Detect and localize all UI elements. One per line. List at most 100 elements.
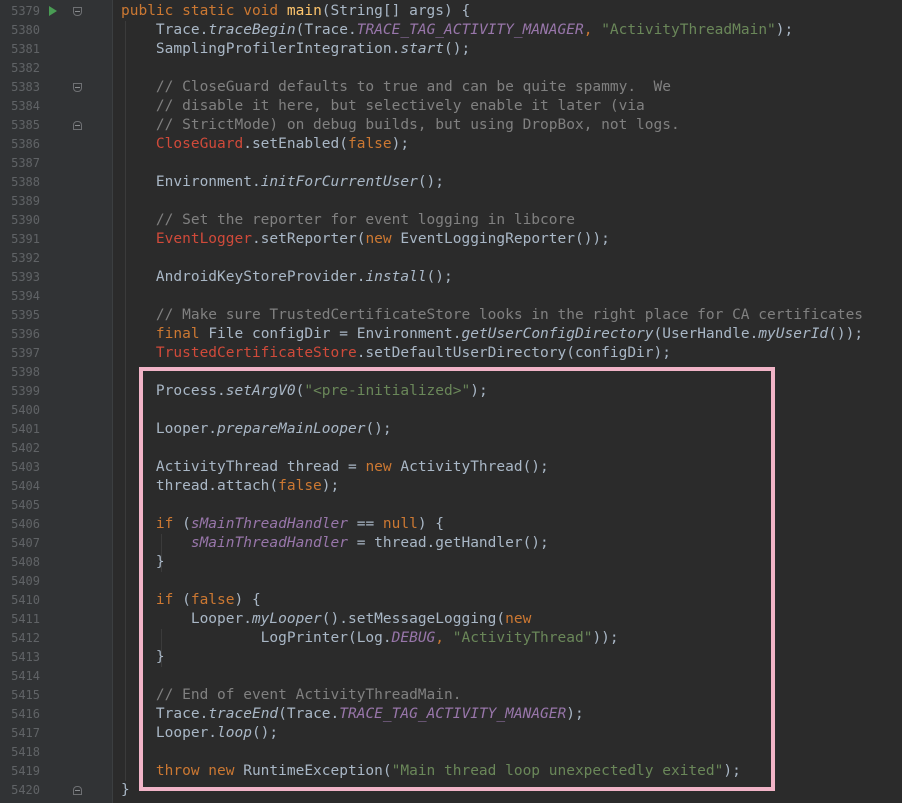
code-line[interactable]: ActivityThread thread = new ActivityThre… bbox=[121, 458, 549, 477]
line-number[interactable]: 5389 bbox=[0, 192, 40, 211]
code-token: "Main thread loop unexpectedly exited" bbox=[391, 763, 724, 779]
line-number[interactable]: 5400 bbox=[0, 401, 40, 420]
code-token: Looper. bbox=[121, 421, 218, 437]
code-line[interactable]: sMainThreadHandler = thread.getHandler()… bbox=[121, 534, 549, 553]
line-number[interactable]: 5388 bbox=[0, 173, 40, 192]
code-line[interactable]: public static void main(String[] args) { bbox=[121, 2, 470, 21]
line-number[interactable]: 5399 bbox=[0, 382, 40, 401]
line-number[interactable]: 5413 bbox=[0, 648, 40, 667]
code-token: . bbox=[243, 136, 252, 152]
line-number[interactable]: 5383 bbox=[0, 78, 40, 97]
line-number[interactable]: 5419 bbox=[0, 762, 40, 781]
code-line[interactable]: // Set the reporter for event logging in… bbox=[121, 211, 575, 230]
line-number[interactable]: 5405 bbox=[0, 496, 40, 515]
code-line[interactable]: TrustedCertificateStore.setDefaultUserDi… bbox=[121, 344, 671, 363]
line-number-gutter[interactable]: 5379 5380 5381 5382 5383 5384 5385 5386 5387 5388… bbox=[0, 0, 112, 803]
line-number[interactable]: 5386 bbox=[0, 135, 40, 154]
code-token: public static void bbox=[121, 3, 287, 19]
run-arrow-icon[interactable] bbox=[49, 6, 57, 16]
code-line[interactable]: final File configDir = Environment.getUs… bbox=[121, 325, 863, 344]
line-number[interactable]: 5407 bbox=[0, 534, 40, 553]
line-number[interactable]: 5387 bbox=[0, 154, 40, 173]
code-line[interactable]: SamplingProfilerIntegration.start(); bbox=[121, 40, 470, 59]
code-token: traceEnd bbox=[208, 706, 279, 722]
code-line[interactable]: if (sMainThreadHandler == null) { bbox=[121, 515, 444, 534]
line-number[interactable]: 5409 bbox=[0, 572, 40, 591]
code-line[interactable]: LogPrinter(Log.DEBUG, "ActivityThread"))… bbox=[121, 629, 619, 648]
line-number[interactable]: 5390 bbox=[0, 211, 40, 230]
code-token: ( bbox=[182, 516, 191, 532]
code-line[interactable]: } bbox=[121, 648, 165, 667]
line-number[interactable]: 5398 bbox=[0, 363, 40, 382]
code-token: (); bbox=[365, 421, 392, 437]
code-token: setEnabled( bbox=[251, 136, 348, 152]
code-editor[interactable]: 5379 5380 5381 5382 5383 5384 5385 5386 5387 5388… bbox=[0, 0, 902, 803]
code-line[interactable]: } bbox=[121, 781, 130, 800]
code-token: ) { bbox=[234, 592, 261, 608]
fold-open-icon[interactable] bbox=[73, 7, 82, 16]
line-number[interactable]: 5418 bbox=[0, 743, 40, 762]
code-line[interactable]: CloseGuard.setEnabled(false); bbox=[121, 135, 409, 154]
line-number[interactable]: 5379 bbox=[0, 2, 40, 21]
code-token: DEBUG bbox=[391, 630, 436, 646]
code-line[interactable]: } bbox=[121, 553, 165, 572]
line-number[interactable]: 5380 bbox=[0, 21, 40, 40]
code-line[interactable]: AndroidKeyStoreProvider.install(); bbox=[121, 268, 453, 287]
line-number[interactable]: 5393 bbox=[0, 268, 40, 287]
code-token: false bbox=[347, 136, 392, 152]
code-line[interactable]: // CloseGuard defaults to true and can b… bbox=[121, 78, 671, 97]
line-number[interactable]: 5416 bbox=[0, 705, 40, 724]
line-number[interactable]: 5417 bbox=[0, 724, 40, 743]
code-line[interactable]: Process.setArgV0("<pre-initialized>"); bbox=[121, 382, 488, 401]
code-line[interactable]: // End of event ActivityThreadMain. bbox=[121, 686, 462, 705]
code-token: Looper. bbox=[121, 611, 252, 627]
fold-open-icon[interactable] bbox=[73, 83, 82, 92]
fold-close-icon[interactable] bbox=[73, 786, 82, 795]
line-number[interactable]: 5415 bbox=[0, 686, 40, 705]
line-number[interactable]: 5392 bbox=[0, 249, 40, 268]
line-number[interactable]: 5410 bbox=[0, 591, 40, 610]
code-line[interactable]: thread.attach(false); bbox=[121, 477, 339, 496]
line-number[interactable]: 5414 bbox=[0, 667, 40, 686]
code-token: ( bbox=[182, 592, 191, 608]
code-line[interactable]: Looper.loop(); bbox=[121, 724, 278, 743]
code-line[interactable]: // Make sure TrustedCertificateStore loo… bbox=[121, 306, 863, 325]
code-token: EventLoggingReporter()); bbox=[400, 231, 610, 247]
fold-close-icon[interactable] bbox=[73, 121, 82, 130]
line-number[interactable]: 5382 bbox=[0, 59, 40, 78]
line-number[interactable]: 5406 bbox=[0, 515, 40, 534]
line-number[interactable]: 5402 bbox=[0, 439, 40, 458]
line-number[interactable]: 5396 bbox=[0, 325, 40, 344]
line-number[interactable]: 5394 bbox=[0, 287, 40, 306]
line-number[interactable]: 5397 bbox=[0, 344, 40, 363]
code-token: (); bbox=[417, 174, 445, 190]
line-number[interactable]: 5411 bbox=[0, 610, 40, 629]
line-number[interactable]: 5385 bbox=[0, 116, 40, 135]
line-number[interactable]: 5403 bbox=[0, 458, 40, 477]
code-line[interactable]: EventLogger.setReporter(new EventLogging… bbox=[121, 230, 610, 249]
line-number[interactable]: 5420 bbox=[0, 781, 40, 800]
code-line[interactable]: if (false) { bbox=[121, 591, 261, 610]
code-line[interactable]: // disable it here, but selectively enab… bbox=[121, 97, 645, 116]
code-token: (String[] args) { bbox=[321, 3, 471, 19]
code-line[interactable]: // StrictMode) on debug builds, but usin… bbox=[121, 116, 680, 135]
code-token: SamplingProfilerIntegration. bbox=[121, 41, 401, 57]
code-line[interactable]: Looper.prepareMainLooper(); bbox=[121, 420, 392, 439]
code-line[interactable]: Trace.traceEnd(Trace.TRACE_TAG_ACTIVITY_… bbox=[121, 705, 584, 724]
line-number[interactable]: 5412 bbox=[0, 629, 40, 648]
line-number[interactable]: 5395 bbox=[0, 306, 40, 325]
code-token: install bbox=[365, 269, 427, 285]
code-line[interactable]: throw new RuntimeException("Main thread … bbox=[121, 762, 741, 781]
line-number[interactable]: 5401 bbox=[0, 420, 40, 439]
line-number[interactable]: 5384 bbox=[0, 97, 40, 116]
code-line[interactable]: Looper.myLooper().setMessageLogging(new bbox=[121, 610, 532, 629]
line-number[interactable]: 5404 bbox=[0, 477, 40, 496]
code-line[interactable]: Environment.initForCurrentUser(); bbox=[121, 173, 444, 192]
line-number[interactable]: 5381 bbox=[0, 40, 40, 59]
code-token: start bbox=[400, 41, 445, 57]
line-number[interactable]: 5391 bbox=[0, 230, 40, 249]
line-number[interactable]: 5408 bbox=[0, 553, 40, 572]
code-token: // CloseGuard defaults to true and can b… bbox=[121, 79, 671, 95]
code-line[interactable]: Trace.traceBegin(Trace.TRACE_TAG_ACTIVIT… bbox=[121, 21, 793, 40]
code-token: TrustedCertificateStore bbox=[121, 345, 357, 361]
